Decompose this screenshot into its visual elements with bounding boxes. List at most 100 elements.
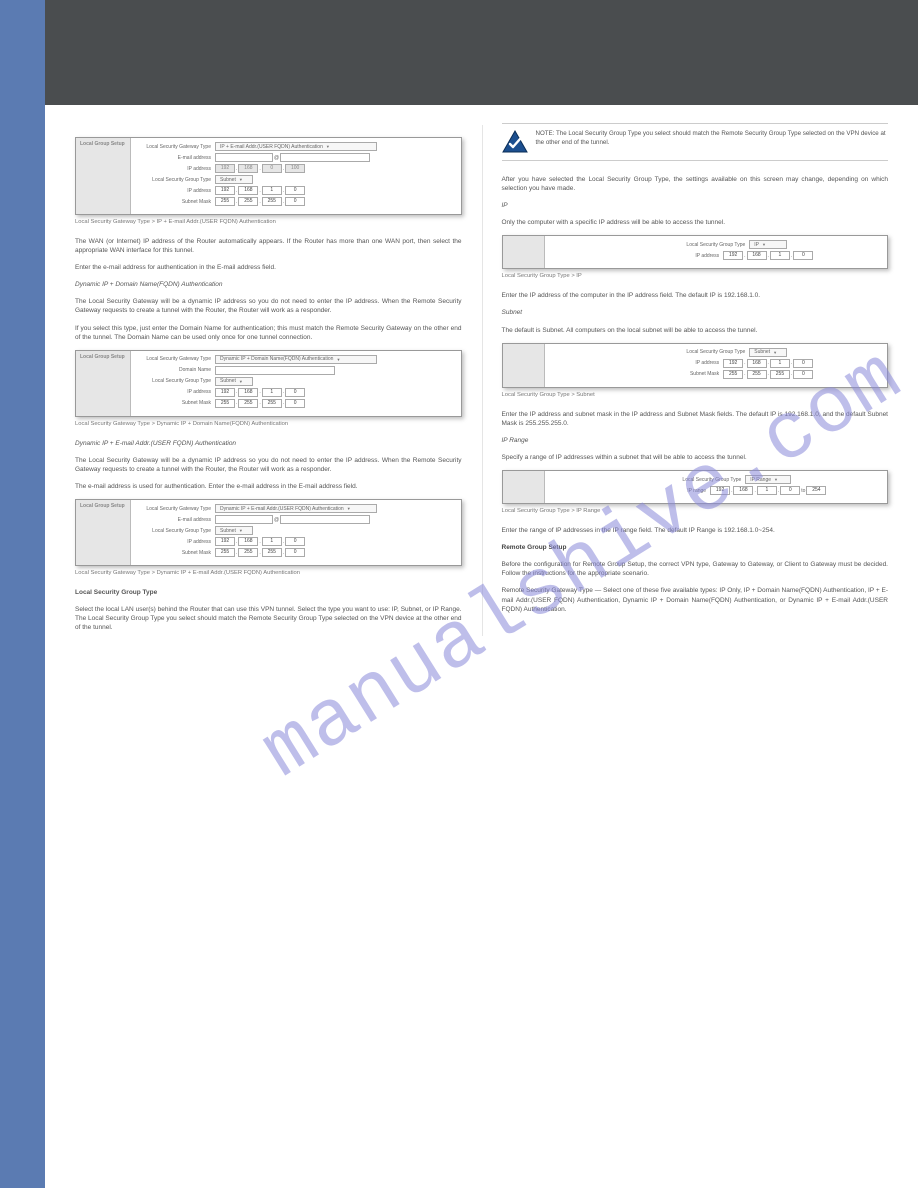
ip-2[interactable]: 168 xyxy=(747,251,767,260)
mask-2[interactable]: 255 xyxy=(238,399,258,408)
chevron-down-icon: ▼ xyxy=(336,357,340,362)
form-panel-dyn-domain: Local Group Setup Local Security Gateway… xyxy=(75,350,462,417)
panel-body: Local Security Group Type Subnet▼ IP add… xyxy=(545,344,888,387)
at-sign: @ xyxy=(273,155,280,161)
email-label: E-mail address xyxy=(137,155,215,161)
ip-octet-4: 100 xyxy=(285,164,305,173)
gw-type-label: Local Security Gateway Type xyxy=(137,506,215,512)
domain-name-input[interactable] xyxy=(215,366,335,375)
range-2[interactable]: 168 xyxy=(733,486,753,495)
grp-type-select[interactable]: IP Range▼ xyxy=(745,475,791,484)
ip-4[interactable]: 0 xyxy=(793,251,813,260)
panel-side-label: Local Group Setup xyxy=(76,351,131,416)
mask-1[interactable]: 255 xyxy=(723,370,743,379)
panel-ip-caption: Local Security Group Type > IP xyxy=(502,273,889,279)
subheading: IP Range xyxy=(502,436,889,445)
check-triangle-icon xyxy=(502,130,528,154)
mask-2[interactable]: 255 xyxy=(747,370,767,379)
gw-type-select[interactable]: Dynamic IP + Domain Name(FQDN) Authentic… xyxy=(215,355,377,364)
chevron-down-icon: ▼ xyxy=(773,350,777,355)
ip-octet-1: 192 xyxy=(215,164,235,173)
body-text: Select the local LAN user(s) behind the … xyxy=(75,605,462,632)
body-text: The WAN (or Internet) IP address of the … xyxy=(75,237,462,255)
mask-2[interactable]: 255 xyxy=(238,548,258,557)
panel-side-blank xyxy=(503,344,545,387)
chevron-down-icon: ▼ xyxy=(239,528,243,533)
mask-4[interactable]: 0 xyxy=(285,399,305,408)
grp-type-select[interactable]: Subnet▼ xyxy=(215,175,253,184)
grp-ip-2[interactable]: 168 xyxy=(238,388,258,397)
ip-4[interactable]: 0 xyxy=(793,359,813,368)
ip-3[interactable]: 1 xyxy=(770,251,790,260)
form-panel-dyn-email: Local Group Setup Local Security Gateway… xyxy=(75,499,462,566)
panel-body: Local Security Group Type IP Range▼ IP r… xyxy=(545,471,888,503)
grp-ip-4[interactable]: 0 xyxy=(285,388,305,397)
grp-ip-2[interactable]: 168 xyxy=(238,186,258,195)
email-local-input[interactable] xyxy=(215,515,273,524)
body-text: The e-mail address is used for authentic… xyxy=(75,482,462,491)
range-4[interactable]: 0 xyxy=(780,486,800,495)
ip-octet-2: 168 xyxy=(238,164,258,173)
form-panel-ip-email: Local Group Setup Local Security Gateway… xyxy=(75,137,462,215)
grp-ip-label: IP address xyxy=(137,188,215,194)
body-text: The Local Security Gateway will be a dyn… xyxy=(75,297,462,315)
grp-ip-1[interactable]: 192 xyxy=(215,186,235,195)
left-margin-strip xyxy=(0,0,45,1188)
gw-type-select[interactable]: Dynamic IP + E-mail Addr.(USER FQDN) Aut… xyxy=(215,504,377,513)
mask-1[interactable]: 255 xyxy=(215,399,235,408)
at-sign: @ xyxy=(273,517,280,523)
grp-ip-4[interactable]: 0 xyxy=(285,186,305,195)
subheading: Dynamic IP + Domain Name(FQDN) Authentic… xyxy=(75,280,462,289)
panel1-caption: Local Security Gateway Type > IP + E-mai… xyxy=(75,219,462,225)
chevron-down-icon: ▼ xyxy=(239,177,243,182)
body-text: Enter the IP address of the computer in … xyxy=(502,291,889,300)
mask-4[interactable]: 0 xyxy=(793,370,813,379)
mask-1[interactable]: 255 xyxy=(215,197,235,206)
grp-type-select[interactable]: IP▼ xyxy=(749,240,787,249)
mask-3[interactable]: 255 xyxy=(262,548,282,557)
grp-ip-3[interactable]: 1 xyxy=(262,537,282,546)
grp-ip-3[interactable]: 1 xyxy=(262,388,282,397)
body-text: The Local Security Gateway will be a dyn… xyxy=(75,456,462,474)
mask-4[interactable]: 0 xyxy=(285,197,305,206)
grp-ip-3[interactable]: 1 xyxy=(262,186,282,195)
grp-type-select[interactable]: Subnet▼ xyxy=(749,348,787,357)
email-local-input[interactable] xyxy=(215,153,273,162)
range-1[interactable]: 192 xyxy=(710,486,730,495)
range-3[interactable]: 1 xyxy=(757,486,777,495)
chevron-down-icon: ▼ xyxy=(762,242,766,247)
grp-type-label: Local Security Group Type xyxy=(644,349,749,355)
form-panel-sg-ip: Local Security Group Type IP▼ IP address… xyxy=(502,235,889,269)
mask-label: Subnet Mask xyxy=(137,550,215,556)
mask-3[interactable]: 255 xyxy=(770,370,790,379)
mask-3[interactable]: 255 xyxy=(262,399,282,408)
email-domain-input[interactable] xyxy=(280,153,370,162)
grp-type-select[interactable]: Subnet▼ xyxy=(215,526,253,535)
panel-subnet-caption: Local Security Group Type > Subnet xyxy=(502,392,889,398)
grp-ip-label: IP address xyxy=(137,539,215,545)
panel-side-blank xyxy=(503,236,545,268)
email-domain-input[interactable] xyxy=(280,515,370,524)
grp-type-select[interactable]: Subnet▼ xyxy=(215,377,253,386)
ip-octet-3: 0 xyxy=(262,164,282,173)
panel3-caption: Local Security Gateway Type > Dynamic IP… xyxy=(75,570,462,576)
mask-3[interactable]: 255 xyxy=(262,197,282,206)
mask-4[interactable]: 0 xyxy=(285,548,305,557)
grp-ip-1[interactable]: 192 xyxy=(215,537,235,546)
grp-type-label: Local Security Group Type xyxy=(137,528,215,534)
chevron-down-icon: ▼ xyxy=(774,477,778,482)
mask-2[interactable]: 255 xyxy=(238,197,258,206)
mask-label: Subnet Mask xyxy=(618,371,723,377)
ip-1[interactable]: 192 xyxy=(723,359,743,368)
gw-type-select[interactable]: IP + E-mail Addr.(USER FQDN) Authenticat… xyxy=(215,142,377,151)
gw-type-label: Local Security Gateway Type xyxy=(137,356,215,362)
chevron-down-icon: ▼ xyxy=(347,506,351,511)
grp-ip-4[interactable]: 0 xyxy=(285,537,305,546)
ip-2[interactable]: 168 xyxy=(747,359,767,368)
ip-3[interactable]: 1 xyxy=(770,359,790,368)
range-5[interactable]: 254 xyxy=(806,486,826,495)
mask-1[interactable]: 255 xyxy=(215,548,235,557)
grp-ip-2[interactable]: 168 xyxy=(238,537,258,546)
grp-ip-1[interactable]: 192 xyxy=(215,388,235,397)
ip-1[interactable]: 192 xyxy=(723,251,743,260)
